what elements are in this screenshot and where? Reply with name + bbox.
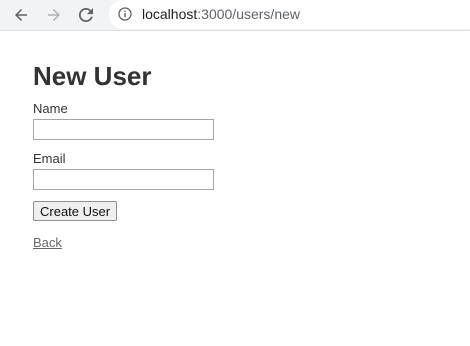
arrow-left-icon	[15, 9, 27, 21]
forward-button[interactable]	[42, 3, 66, 27]
browser-toolbar: localhost:3000/users/new	[0, 0, 470, 31]
url-host: localhost	[142, 6, 198, 22]
name-field-group: Name	[33, 101, 214, 140]
reload-icon	[78, 7, 93, 22]
arrow-right-icon	[48, 9, 60, 21]
info-icon[interactable]	[118, 7, 132, 21]
create-user-button[interactable]: Create User	[33, 201, 118, 221]
back-button[interactable]	[9, 3, 33, 27]
url-text: localhost:3000/users/new	[142, 6, 300, 23]
back-link[interactable]: Back	[33, 235, 214, 250]
address-bar[interactable]: localhost:3000/users/new	[109, 0, 470, 29]
url-path: :3000/users/new	[197, 6, 300, 22]
page-content: New User Name Email Create User Back	[33, 60, 214, 250]
reload-button[interactable]	[74, 3, 98, 27]
page-title: New User	[33, 61, 152, 91]
email-field[interactable]	[33, 169, 214, 190]
email-field-group: Email	[33, 151, 214, 190]
new-user-form: Name Email Create User	[33, 101, 214, 221]
email-label: Email	[33, 151, 66, 166]
name-field[interactable]	[33, 119, 214, 140]
name-label: Name	[33, 101, 68, 116]
